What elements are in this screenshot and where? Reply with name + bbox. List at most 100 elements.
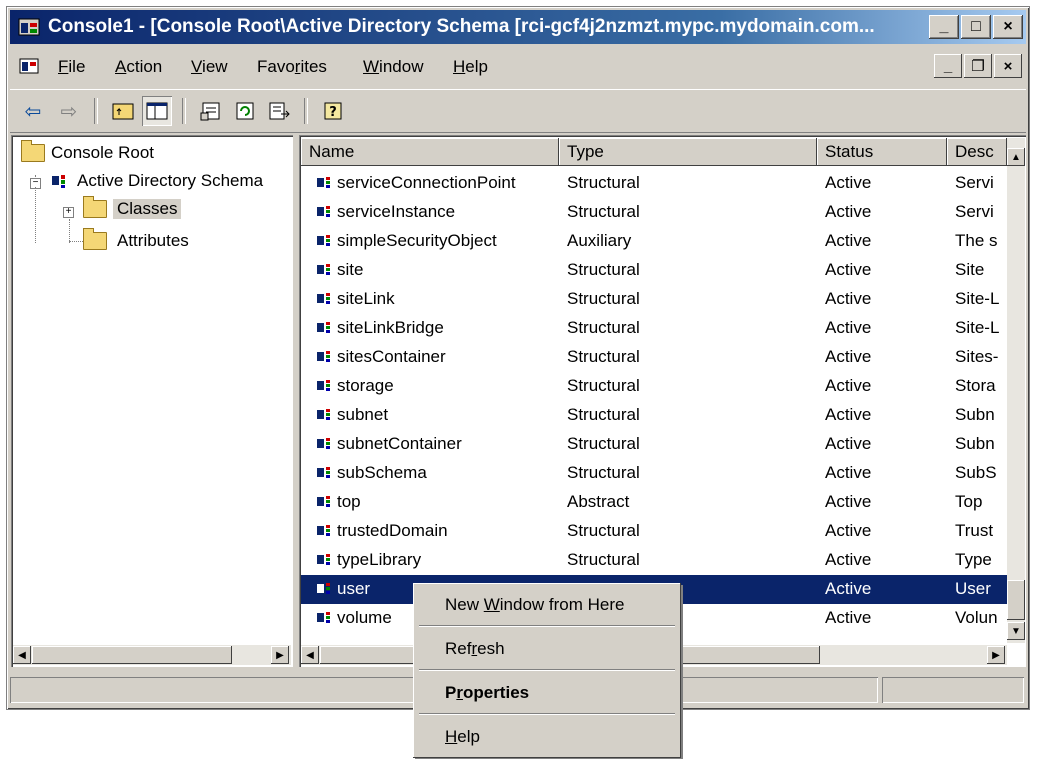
column-header-name[interactable]: Name: [301, 138, 559, 166]
menu-item-new-window-from-here[interactable]: New Window from Here: [445, 595, 625, 615]
menu-item-help[interactable]: Help: [445, 727, 480, 747]
cell-name: subnet: [337, 405, 389, 424]
export-list-icon[interactable]: [264, 96, 294, 126]
menu-action[interactable]: Action: [115, 57, 162, 77]
schema-class-icon: [317, 438, 330, 449]
close-button[interactable]: ×: [993, 15, 1023, 39]
cell-type: Structural: [567, 202, 640, 221]
menu-window[interactable]: Window: [363, 57, 423, 77]
schema-class-icon: [317, 496, 330, 507]
table-row[interactable]: subnet Structural Active Subn: [301, 401, 1007, 430]
scroll-right-button[interactable]: ▶: [271, 646, 289, 664]
mdi-minimize-button[interactable]: _: [934, 54, 962, 78]
up-folder-icon[interactable]: [108, 96, 138, 126]
help-icon[interactable]: ?: [318, 96, 348, 126]
svg-text:?: ?: [329, 105, 337, 120]
table-row[interactable]: siteLinkBridge Structural Active Site-L: [301, 314, 1007, 343]
cell-description: Servi: [955, 202, 994, 221]
table-row[interactable]: subnetContainer Structural Active Subn: [301, 430, 1007, 459]
refresh-icon[interactable]: [230, 96, 260, 126]
schema-class-icon: [317, 409, 330, 420]
scroll-down-button[interactable]: ▼: [1007, 622, 1025, 640]
table-row[interactable]: trustedDomain Structural Active Trust: [301, 517, 1007, 546]
status-panel-secondary: [882, 677, 1024, 703]
table-row[interactable]: storage Structural Active Stora: [301, 372, 1007, 401]
menu-view[interactable]: View: [191, 57, 228, 77]
cell-type: Structural: [567, 463, 640, 482]
scroll-thumb[interactable]: [1007, 580, 1025, 620]
cell-type: Structural: [567, 318, 640, 337]
console-tree-pane[interactable]: Console Root − Active Directory Schema +…: [11, 135, 293, 667]
cell-status: Active: [825, 579, 872, 598]
schema-class-icon: [317, 583, 330, 594]
cell-description: Top: [955, 492, 983, 511]
cell-status: Active: [825, 550, 872, 569]
list-vertical-scrollbar[interactable]: ▲ ▼: [1007, 138, 1025, 643]
tree-item-classes[interactable]: Classes: [83, 196, 182, 219]
cell-description: Subn: [955, 434, 995, 453]
tree-item-active-directory-schema[interactable]: Active Directory Schema: [51, 171, 263, 191]
cell-status: Active: [825, 376, 872, 395]
table-row[interactable]: simpleSecurityObject Auxiliary Active The s: [301, 227, 1007, 256]
column-header-type[interactable]: Type: [559, 138, 817, 166]
scroll-left-button[interactable]: ◀: [13, 646, 31, 664]
cell-type: Structural: [567, 550, 640, 569]
folder-icon: [83, 196, 107, 218]
cell-name: siteLinkBridge: [337, 318, 444, 337]
table-row[interactable]: subSchema Structural Active SubS: [301, 459, 1007, 488]
properties-icon[interactable]: [196, 96, 226, 126]
toolbar-separator: [304, 98, 308, 124]
cell-type: Structural: [567, 173, 640, 192]
scroll-right-button[interactable]: ▶: [987, 646, 1005, 664]
scroll-up-button[interactable]: ▲: [1007, 148, 1025, 166]
table-row[interactable]: top Abstract Active Top: [301, 488, 1007, 517]
menu-help[interactable]: Help: [453, 57, 488, 77]
schema-icon: [52, 175, 65, 188]
back-arrow-icon[interactable]: ⇦: [18, 96, 48, 126]
cell-description: User: [955, 579, 991, 598]
cell-name: serviceInstance: [337, 202, 456, 221]
mdi-restore-button[interactable]: ❐: [964, 54, 992, 78]
menu-item-refresh[interactable]: Refresh: [445, 639, 505, 659]
cell-name: top: [337, 492, 361, 511]
cell-name: subnetContainer: [337, 434, 462, 453]
menu-file[interactable]: File: [58, 57, 85, 77]
cell-description: Sites-: [955, 347, 999, 366]
cell-status: Active: [825, 434, 872, 453]
cell-type: Auxiliary: [567, 231, 632, 250]
tree-horizontal-scrollbar[interactable]: ◀ ▶: [13, 645, 291, 665]
cell-status: Active: [825, 521, 872, 540]
scroll-thumb[interactable]: [32, 646, 232, 664]
menu-item-properties[interactable]: Properties: [445, 683, 529, 703]
table-row[interactable]: siteLink Structural Active Site-L: [301, 285, 1007, 314]
menu-separator: [419, 625, 675, 627]
column-header-status[interactable]: Status: [817, 138, 947, 166]
title-bar[interactable]: Console1 - [Console Root\Active Director…: [10, 10, 1026, 44]
tree-label: Attributes: [117, 231, 189, 250]
schema-class-icon: [317, 612, 330, 623]
column-header-description[interactable]: Desc: [947, 138, 1007, 166]
mdi-close-button[interactable]: ×: [994, 54, 1022, 78]
menu-favorites[interactable]: Favorites: [257, 57, 327, 77]
expand-expander[interactable]: +: [63, 207, 74, 218]
table-row[interactable]: serviceInstance Structural Active Servi: [301, 198, 1007, 227]
show-hide-tree-icon[interactable]: [142, 96, 172, 126]
tree-item-console-root[interactable]: Console Root: [21, 140, 154, 163]
cell-type: Structural: [567, 521, 640, 540]
tree-line: [69, 219, 71, 243]
maximize-button[interactable]: □: [961, 15, 991, 39]
scroll-left-button[interactable]: ◀: [301, 646, 319, 664]
minimize-button[interactable]: _: [929, 15, 959, 39]
table-row[interactable]: serviceConnectionPoint Structural Active Se…: [301, 169, 1007, 198]
cell-description: Site-L: [955, 289, 1000, 308]
table-row[interactable]: sitesContainer Structural Active Sites-: [301, 343, 1007, 372]
table-row[interactable]: typeLibrary Structural Active Type: [301, 546, 1007, 575]
window-title: Console1 - [Console Root\Active Director…: [48, 16, 875, 37]
cell-name: site: [337, 260, 364, 279]
tree-item-attributes[interactable]: Attributes: [83, 228, 193, 251]
cell-status: Active: [825, 405, 872, 424]
table-row[interactable]: site Structural Active Site: [301, 256, 1007, 285]
cell-status: Active: [825, 173, 872, 192]
forward-arrow-icon[interactable]: ⇨: [54, 96, 84, 126]
toolbar-separator: [94, 98, 98, 124]
